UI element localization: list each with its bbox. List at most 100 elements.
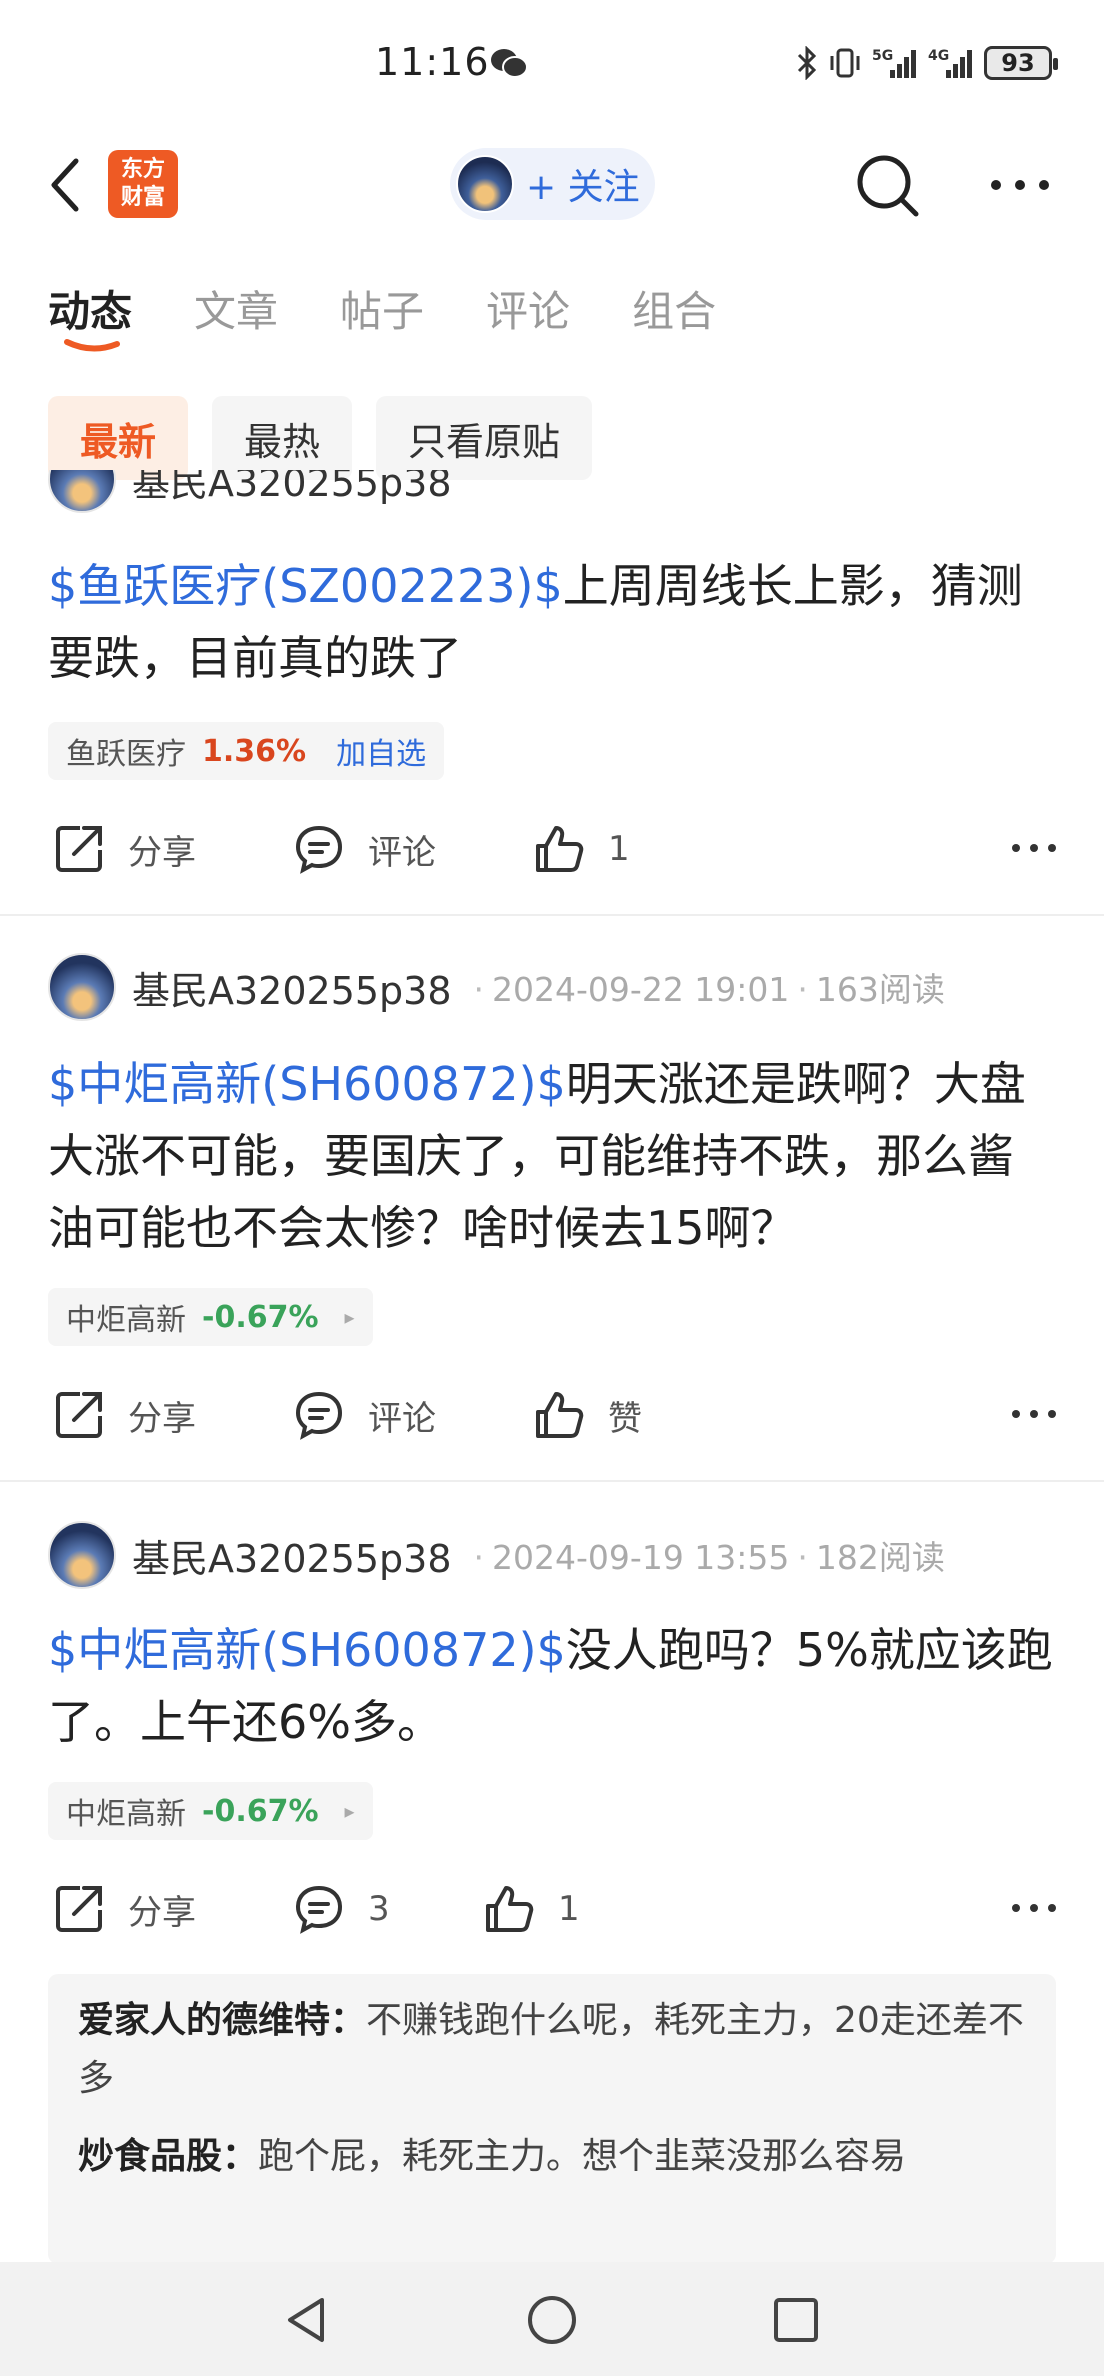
comment-author[interactable]: 爱家人的德维特：	[78, 2000, 366, 2041]
author-row[interactable]: 基民A320255p38	[48, 470, 748, 514]
stock-link[interactable]: $中炬高新(SH600872)$	[48, 1623, 566, 1677]
author-name[interactable]: 基民A320255p38	[132, 1528, 452, 1583]
tab-articles[interactable]: 文章	[194, 278, 278, 348]
avatar[interactable]	[48, 1521, 116, 1589]
comment-icon	[295, 1885, 343, 1934]
post-3: 基民A320255p38 · 2024-09-19 13:55 · 182阅读	[0, 1520, 1104, 1590]
author-row[interactable]: 基民A320255p38 · 2024-09-22 19:01 · 163阅读	[0, 952, 1104, 1022]
tab-posts[interactable]: 帖子	[340, 278, 424, 348]
like-button[interactable]: 1	[482, 1874, 580, 1944]
more-icon[interactable]	[988, 174, 1052, 196]
status-time: 11:16	[375, 40, 490, 84]
search-icon[interactable]	[852, 150, 922, 220]
chip-stock-name: 中炬高新	[66, 1797, 186, 1832]
chip-change-pct: 1.36%	[202, 733, 307, 769]
comment-button[interactable]: 3	[292, 1874, 390, 1944]
more-icon[interactable]	[1010, 1404, 1058, 1424]
5g-signal-icon: 5G	[872, 48, 916, 78]
author-name[interactable]: 基民A320255p38	[132, 960, 452, 1015]
comment-item[interactable]: 炒食品股：跑个屁，耗死主力。想个韭菜没那么容易	[78, 2128, 1026, 2186]
battery-icon: 93	[984, 46, 1058, 80]
stock-chip[interactable]: 鱼跃医疗 1.36% 加自选	[48, 722, 445, 780]
avatar[interactable]	[48, 470, 116, 513]
share-button[interactable]: 分享	[52, 1380, 196, 1450]
vibrate-icon	[830, 48, 860, 78]
chip-stock-name: 中炬高新	[66, 1303, 186, 1338]
share-icon	[56, 826, 102, 872]
follow-label: + 关注	[526, 167, 640, 208]
post-3-actions: 分享 3 1	[48, 1874, 1058, 1944]
svg-text:5G: 5G	[872, 48, 893, 64]
share-label: 分享	[128, 1398, 196, 1439]
post-reads: 182阅读	[815, 1538, 945, 1577]
follow-button[interactable]: + 关注	[450, 148, 655, 220]
comment-author[interactable]: 炒食品股：	[78, 2136, 258, 2177]
divider	[0, 914, 1104, 916]
filter-latest[interactable]: 最新	[48, 396, 189, 480]
filter-original-only[interactable]: 只看原贴	[376, 396, 593, 480]
bluetooth-icon	[797, 46, 817, 80]
post-1-author-row-cut: 基民A320255p38	[48, 470, 748, 528]
author-row[interactable]: 基民A320255p38 · 2024-09-19 13:55 · 182阅读	[0, 1520, 1104, 1590]
chip-arrow-icon: ▸	[344, 1305, 355, 1329]
post-2-text[interactable]: $中炬高新(SH600872)$明天涨还是跌啊？大盘大涨不可能，要国庆了，可能维…	[48, 1048, 1058, 1264]
svg-text:4G: 4G	[928, 48, 949, 64]
nav-recents-icon[interactable]	[768, 2292, 824, 2348]
post-1-text[interactable]: $鱼跃医疗(SZ002223)$上周周线长上影，猜测要跌，目前真的跌了	[48, 550, 1058, 694]
thumbs-up-icon	[486, 1886, 534, 1932]
comment-icon	[295, 825, 343, 874]
chip-change-pct: -0.67%	[202, 1299, 319, 1335]
tab-label: 帖子	[340, 287, 425, 336]
post-datetime: 2024-09-19 13:55	[492, 1538, 790, 1577]
4g-signal-icon: 4G	[928, 48, 972, 78]
tab-dynamic[interactable]: 动态	[48, 278, 132, 352]
tab-comments[interactable]: 评论	[486, 278, 570, 348]
like-count: 1	[608, 829, 630, 869]
share-button[interactable]: 分享	[52, 1874, 196, 1944]
post-3-text[interactable]: $中炬高新(SH600872)$没人跑吗？5%就应该跑了。上午还6%多。	[48, 1614, 1058, 1758]
comment-label: 评论	[368, 832, 436, 873]
share-button[interactable]: 分享	[52, 814, 196, 884]
logo-line2: 财富	[120, 185, 165, 210]
divider	[0, 1480, 1104, 1482]
stock-chip[interactable]: 中炬高新 -0.67% ▸	[48, 1782, 373, 1840]
share-icon	[56, 1886, 102, 1932]
nav-back-icon[interactable]	[278, 2292, 334, 2348]
post-reads: 163阅读	[815, 970, 945, 1009]
back-icon[interactable]	[46, 155, 86, 215]
stock-link[interactable]: $中炬高新(SH600872)$	[48, 1057, 566, 1111]
comment-icon	[295, 1391, 343, 1440]
post-meta: · 2024-09-22 19:01 · 163阅读	[473, 970, 945, 1009]
filter-hot[interactable]: 最热	[212, 396, 353, 480]
tab-portfolio[interactable]: 组合	[632, 278, 716, 348]
tab-label: 文章	[194, 287, 279, 336]
active-tab-indicator	[64, 339, 120, 352]
comment-item[interactable]: 爱家人的德维特：不赚钱跑什么呢，耗死主力，20走还差不多	[78, 1992, 1026, 2108]
post-meta: · 2024-09-19 13:55 · 182阅读	[473, 1538, 945, 1577]
stock-link[interactable]: $鱼跃医疗(SZ002223)$	[48, 559, 563, 613]
app-logo: 东方 财富	[108, 150, 178, 218]
thumbs-up-icon	[536, 826, 584, 872]
comment-button[interactable]: 评论	[292, 1380, 436, 1450]
like-button[interactable]: 赞	[532, 1380, 642, 1450]
stock-chip[interactable]: 中炬高新 -0.67% ▸	[48, 1288, 373, 1346]
add-watchlist-button[interactable]: 加自选	[336, 729, 426, 773]
logo-line1: 东方	[120, 157, 165, 182]
nav-home-icon[interactable]	[524, 2292, 580, 2348]
profile-tabs: 动态 文章 帖子 评论 组合	[48, 278, 716, 352]
like-button[interactable]: 1	[532, 814, 630, 884]
author-name[interactable]: 基民A320255p38	[132, 470, 452, 507]
thumbs-up-icon	[536, 1392, 584, 1438]
comment-button[interactable]: 评论	[292, 814, 436, 884]
comment-text: 跑个屁，耗死主力。想个韭菜没那么容易	[258, 2136, 907, 2177]
system-nav-bar	[0, 2262, 1104, 2376]
chip-stock-name: 鱼跃医疗	[66, 737, 186, 772]
chip-change-pct: -0.67%	[202, 1793, 319, 1829]
post-2-actions: 分享 评论 赞	[48, 1380, 1058, 1450]
avatar[interactable]	[48, 953, 116, 1021]
comment-count: 3	[368, 1889, 390, 1929]
like-count: 1	[558, 1889, 580, 1929]
more-icon[interactable]	[1010, 838, 1058, 858]
comments-preview[interactable]: 爱家人的德维特：不赚钱跑什么呢，耗死主力，20走还差不多 炒食品股：跑个屁，耗死…	[48, 1974, 1056, 2264]
more-icon[interactable]	[1010, 1898, 1058, 1918]
